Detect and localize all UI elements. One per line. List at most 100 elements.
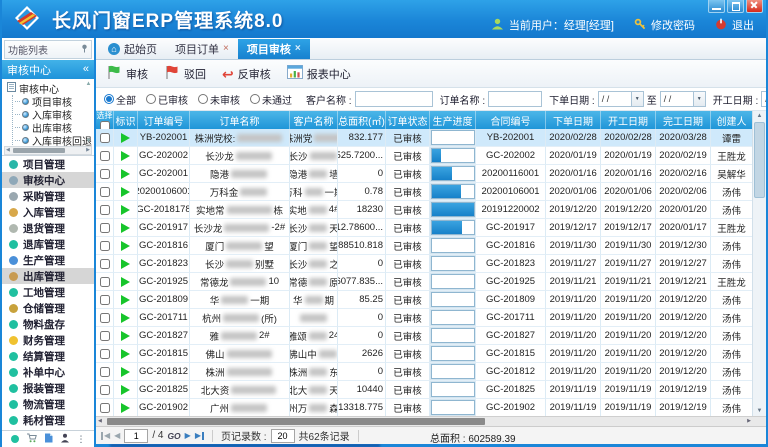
sidebar-item-结算管理[interactable]: 结算管理 [2,348,94,364]
page-size-input[interactable] [271,429,295,443]
column-header-12[interactable]: 创建人 [711,111,753,129]
unapprove-button[interactable]: ↩ 反审核 [222,66,271,82]
start-date-input[interactable]: / /▼ [761,91,766,107]
cart-icon[interactable] [26,433,37,446]
sidebar-item-补单中心[interactable]: 补单中心 [2,364,94,380]
column-header-1[interactable]: 标识 [114,111,138,129]
row-checkbox[interactable] [100,169,110,179]
minimize-button[interactable] [708,0,725,13]
column-header-3[interactable]: 订单名称 [190,111,290,129]
column-header-2[interactable]: 订单编号 [138,111,190,129]
close-tab-icon[interactable]: × [295,44,301,54]
last-page-icon[interactable]: ▶ [195,432,204,440]
row-checkbox[interactable] [100,151,110,161]
select-all-checkbox[interactable] [100,121,110,130]
column-header-4[interactable]: 客户名称 [290,111,338,129]
tree-item-入库审核回退[interactable]: 入库审核回退 [13,134,84,146]
table-row[interactable]: GC-201816厦门望厦门望188510.818已审核GC-201816201… [96,237,753,255]
sidebar-horizontal-scrollbar[interactable]: ◀ ▶ [4,146,92,155]
dot-icon[interactable] [11,435,19,443]
column-header-6[interactable]: 订单状态 [386,111,430,129]
column-header-7[interactable]: 生产进度 [430,111,476,129]
sidebar-item-生产管理[interactable]: 生产管理 [2,252,94,268]
sidebar-item-入库管理[interactable]: 入库管理 [2,204,94,220]
sidebar-item-报装管理[interactable]: 报装管理 [2,380,94,396]
row-checkbox[interactable] [100,187,110,197]
order-date-from-input[interactable]: / /▼ [598,91,644,107]
tab-project-orders[interactable]: 项目订单 × [166,39,238,59]
scroll-left-icon[interactable]: ◀ [98,418,102,424]
panel-header-audit-center[interactable]: 审核中心 « [2,60,94,79]
sidebar-item-审核中心[interactable]: 审核中心 [2,172,94,188]
table-row[interactable]: GC-2018178实地常栋实地4#18230已审核20191220002201… [96,201,753,219]
collapse-icon[interactable]: « [83,64,89,75]
table-row[interactable]: GC-201825北大资北大天10440已审核GC-2018252019/11/… [96,381,753,399]
table-row[interactable]: GC-201815佛山佛山中2626已审核GC-2018152019/11/20… [96,345,753,363]
scroll-up-icon[interactable]: ▲ [757,111,763,121]
table-row[interactable]: GC-201917长沙龙-2#长沙天8512.78600...已审核GC-201… [96,219,753,237]
vertical-scrollbar[interactable]: ▲ ▼ [752,111,766,416]
horizontal-scrollbar[interactable]: ◀ ▶ [96,416,766,426]
sidebar-item-项目管理[interactable]: 项目管理 [2,156,94,172]
next-page-icon[interactable]: ▶ [185,432,191,440]
go-button[interactable]: GO [167,431,180,441]
sidebar-item-财务管理[interactable]: 财务管理 [2,332,94,348]
sidebar-item-物料盘存[interactable]: 物料盘存 [2,316,94,332]
document-icon[interactable] [44,433,53,446]
column-header-5[interactable]: 总面积(㎡) [338,111,386,129]
column-header-11[interactable]: 完工日期 [656,111,711,129]
row-checkbox[interactable] [100,295,110,305]
chevron-down-icon[interactable]: ▼ [631,92,643,106]
reject-button[interactable]: 驳回 [164,64,206,83]
sidebar-item-工地管理[interactable]: 工地管理 [2,284,94,300]
close-tab-icon[interactable]: × [223,44,229,54]
maximize-button[interactable] [727,0,744,13]
pin-icon[interactable] [81,44,88,56]
row-checkbox[interactable] [100,403,110,413]
prev-page-icon[interactable]: ◀ [114,432,120,440]
table-row[interactable]: GC-201827雅2#雅颂240已审核GC-2018272019/11/202… [96,327,753,345]
radio-approved[interactable]: 已审核 [146,92,188,107]
tab-home[interactable]: ⌂ 起始页 [99,39,166,59]
sidebar-item-耗材管理[interactable]: 耗材管理 [2,412,94,428]
radio-input[interactable] [104,94,114,104]
row-checkbox[interactable] [100,385,110,395]
row-checkbox[interactable] [100,223,110,233]
table-row[interactable]: GC-201809华一期华期85.25已审核GC-2018092019/11/2… [96,291,753,309]
table-row[interactable]: GC-202002长沙龙长沙65525.7200...已审核GC-2020022… [96,147,753,165]
tab-project-audit[interactable]: 项目审核 × [238,39,310,59]
scroll-up-icon[interactable]: ▲ [86,81,92,87]
column-header-0[interactable]: 选择 [96,111,114,129]
row-checkbox[interactable] [100,349,110,359]
radio-input[interactable] [198,94,208,104]
scroll-right-icon[interactable]: ▶ [86,147,90,154]
radio-failed[interactable]: 未通过 [250,92,292,107]
scrollbar-thumb[interactable] [13,148,65,153]
sidebar-item-仓储管理[interactable]: 仓储管理 [2,300,94,316]
table-row[interactable]: 20200106001万科金万科一期0.78已审核202001060012020… [96,183,753,201]
scroll-down-icon[interactable]: ▼ [86,138,92,144]
scrollbar-thumb[interactable] [754,122,765,198]
scroll-left-icon[interactable]: ◀ [6,147,10,154]
close-button[interactable] [746,0,763,13]
row-checkbox[interactable] [100,277,110,287]
customer-name-input[interactable] [355,91,433,107]
row-checkbox[interactable] [100,331,110,341]
sidebar-item-退货管理[interactable]: 退货管理 [2,220,94,236]
change-password-link[interactable]: 修改密码 [651,17,695,33]
sidebar-item-采购管理[interactable]: 采购管理 [2,188,94,204]
order-name-input[interactable] [488,91,542,107]
table-row[interactable]: GC-201902广州广州万森林13318.775已审核GC-201902201… [96,399,753,416]
table-row[interactable]: GC-201812株洲株洲东0已审核GC-2018122019/11/20201… [96,363,753,381]
first-page-icon[interactable]: ◀ [101,432,110,440]
table-row[interactable]: GC-202001隐港隐港墙0已审核202001160012020/01/162… [96,165,753,183]
radio-all[interactable]: 全部 [104,92,136,107]
row-checkbox[interactable] [100,241,110,251]
radio-unapproved[interactable]: 未审核 [198,92,240,107]
report-center-button[interactable]: 报表中心 [287,65,351,82]
more-icon[interactable]: ⋮ [77,434,86,445]
table-row[interactable]: GC-201711杭州(所)0已审核GC-2017112019/11/20201… [96,309,753,327]
row-checkbox[interactable] [100,313,110,323]
sidebar-item-退库管理[interactable]: 退库管理 [2,236,94,252]
column-header-10[interactable]: 开工日期 [601,111,656,129]
